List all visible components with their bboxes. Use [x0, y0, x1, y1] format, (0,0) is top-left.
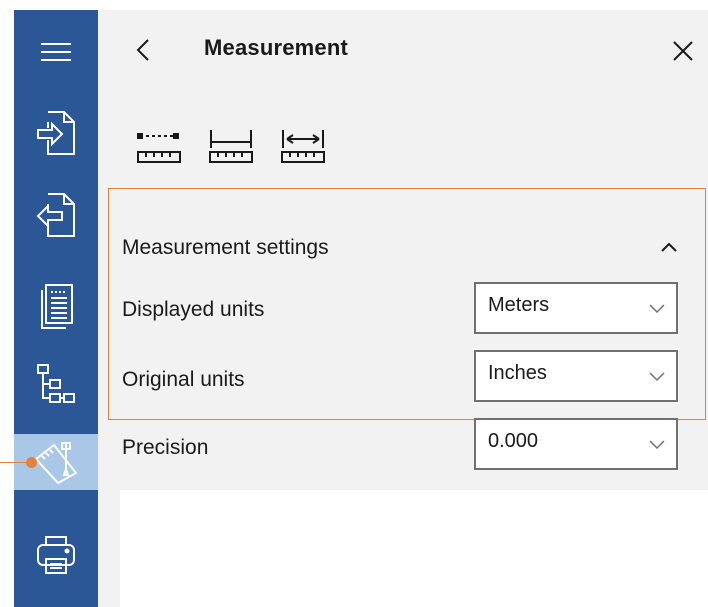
distance-ruler-icon	[137, 133, 181, 163]
import-file-icon	[37, 111, 75, 155]
back-button[interactable]	[128, 34, 158, 66]
import-button[interactable]	[14, 98, 98, 168]
precision-value: 0.000	[488, 430, 539, 452]
structure-button[interactable]	[14, 352, 98, 418]
precision-select[interactable]: 0.000	[474, 418, 678, 470]
close-button[interactable]	[668, 36, 698, 66]
hamburger-menu-icon	[41, 43, 71, 61]
chevron-left-icon	[136, 39, 149, 61]
export-file-icon	[36, 193, 75, 237]
results-area	[120, 490, 708, 607]
collapse-button[interactable]	[656, 234, 682, 260]
original-units-value: Inches	[488, 362, 547, 384]
close-icon	[673, 41, 693, 61]
original-units-select[interactable]: Inches	[474, 350, 678, 402]
original-units-label: Original units	[122, 368, 245, 391]
panel-header: Measurement	[98, 10, 708, 90]
settings-section-title: Measurement settings	[122, 236, 329, 259]
perimeter-tool-button[interactable]	[206, 128, 256, 178]
print-button[interactable]	[14, 520, 98, 590]
pages-button[interactable]	[14, 272, 98, 342]
measurement-panel: Measurement Measurement settings Display…	[98, 10, 708, 607]
tree-structure-icon	[37, 364, 75, 403]
displayed-units-select[interactable]: Meters	[474, 282, 678, 334]
chevron-up-icon	[661, 242, 677, 252]
displayed-units-value: Meters	[488, 294, 550, 316]
document-pages-icon	[41, 284, 73, 329]
navigation-rail	[14, 10, 98, 607]
chevron-down-icon	[649, 440, 665, 450]
callout-dot	[26, 457, 37, 468]
area-tool-button[interactable]	[278, 128, 328, 178]
printer-icon	[37, 536, 75, 574]
distance-tool-button[interactable]	[134, 128, 184, 178]
export-button[interactable]	[14, 180, 98, 250]
menu-button[interactable]	[14, 22, 98, 82]
chevron-down-icon	[649, 304, 665, 314]
page-title: Measurement	[204, 35, 349, 60]
measurement-tool-icon	[34, 442, 78, 485]
chevron-down-icon	[649, 372, 665, 382]
displayed-units-label: Displayed units	[122, 298, 265, 321]
precision-label: Precision	[122, 436, 209, 459]
perimeter-ruler-icon	[209, 130, 253, 163]
area-ruler-icon	[281, 130, 325, 163]
